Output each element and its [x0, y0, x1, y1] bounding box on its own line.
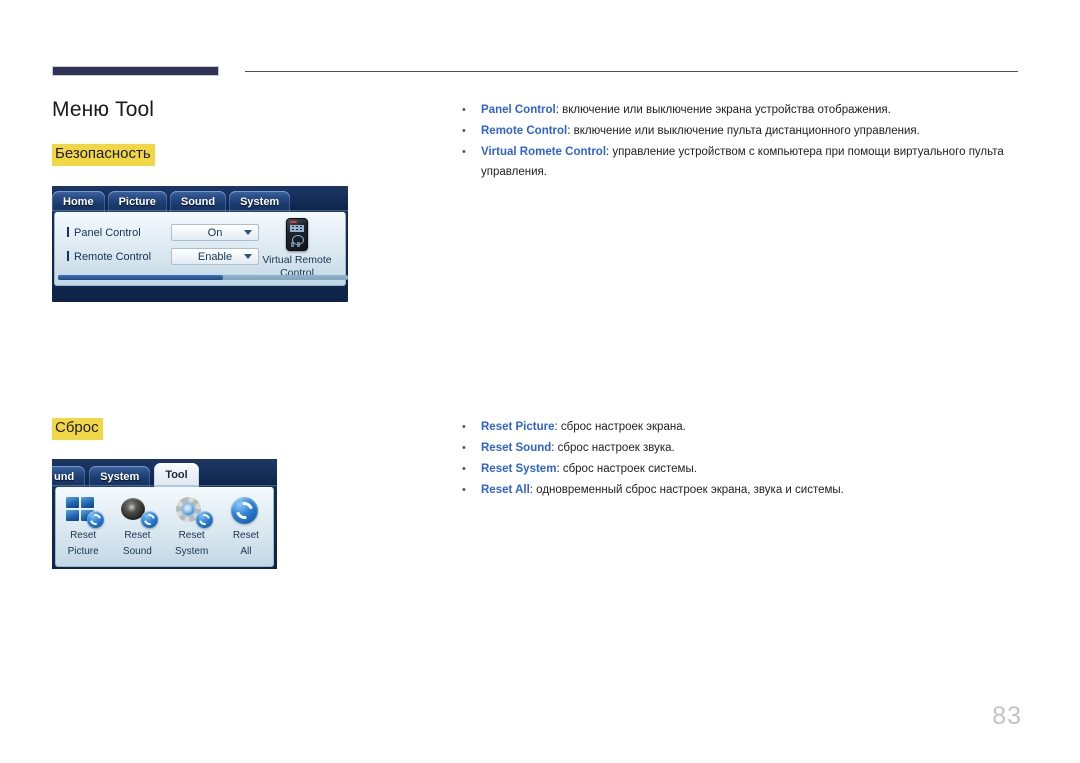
osd-tab-system[interactable]: System [229, 191, 291, 212]
osd-row-remote-control: Remote Control Enable [67, 248, 259, 265]
osd-tab-picture[interactable]: Picture [107, 191, 167, 212]
desc-reset-system: : сброс настроек системы. [556, 463, 697, 475]
osd-reset-tabbar: und System Tool [52, 459, 277, 487]
section-heading-reset: Сброс [52, 418, 103, 440]
osd-item-reset-sound-label-1: Reset [124, 530, 151, 541]
sound-reset-icon [118, 496, 159, 528]
osd-panel-control-dropdown[interactable]: On [171, 224, 259, 241]
list-item: Reset System: сброс настроек системы. [458, 459, 1018, 479]
osd-remote-control-dropdown[interactable]: Enable [171, 248, 259, 265]
term-panel-control: Panel Control [481, 104, 556, 116]
osd-tab-sound-partial[interactable]: und [52, 466, 86, 487]
desc-panel-control: : включение или выключение экрана устрой… [555, 104, 891, 116]
osd-item-reset-picture[interactable]: Reset Picture [57, 496, 109, 558]
desc-reset-sound: : сброс настроек звука. [551, 442, 675, 454]
osd-security-tabbar: Home Picture Sound System [52, 186, 348, 212]
term-virtual-remote-control: Virtual Romete Control [481, 146, 607, 158]
osd-item-reset-sound[interactable]: Reset Sound [111, 496, 163, 558]
term-reset-all: Reset All [481, 484, 530, 496]
refresh-badge-icon [195, 511, 213, 528]
osd-item-reset-sound-label-2: Sound [122, 546, 152, 557]
osd-item-reset-all-label-2: All [240, 546, 252, 557]
virtual-remote-control-item[interactable]: Virtual Remote Control [257, 218, 337, 280]
osd-reset-body: Reset Picture Reset Sound Reset System R… [55, 487, 274, 567]
remote-control-icon [286, 218, 308, 251]
chevron-down-icon [244, 230, 252, 235]
osd-tab-tool[interactable]: Tool [154, 463, 199, 487]
desc-reset-picture: : сброс настроек экрана. [554, 421, 686, 433]
osd-row-panel-control: Panel Control On [67, 224, 259, 241]
refresh-badge-icon [141, 511, 159, 528]
refresh-badge-icon [87, 511, 105, 528]
term-reset-system: Reset System [481, 463, 557, 475]
osd-tab-home[interactable]: Home [52, 191, 105, 212]
osd-security-figure: Home Picture Sound System Panel Control … [52, 186, 348, 302]
header-rule-line [245, 71, 1018, 72]
osd-item-reset-picture-label-1: Reset [70, 530, 97, 541]
osd-tab-system[interactable]: System [89, 466, 151, 487]
osd-reset-figure: und System Tool Reset Picture Reset Soun… [52, 459, 277, 569]
osd-scroll-indicator [58, 275, 348, 280]
list-item: Reset All: одновременный сброс настроек … [458, 480, 1018, 500]
osd-tab-sound[interactable]: Sound [169, 191, 227, 212]
list-item: Reset Picture: сброс настроек экрана. [458, 417, 1018, 437]
bullet-list-security: Panel Control: включение или выключение … [458, 100, 1018, 183]
osd-item-reset-picture-label-2: Picture [67, 546, 99, 557]
header-accent-bar [52, 66, 219, 76]
page-title: Меню Tool [52, 98, 155, 121]
osd-item-reset-system-label-2: System [174, 546, 209, 557]
osd-panel-control-value: On [207, 226, 223, 239]
bullet-list-reset: Reset Picture: сброс настроек экрана. Re… [458, 417, 1018, 501]
system-reset-icon [173, 496, 213, 528]
term-reset-sound: Reset Sound [481, 442, 552, 454]
list-item: Reset Sound: сброс настроек звука. [458, 438, 1018, 458]
desc-reset-all: : одновременный сброс настроек экрана, з… [529, 484, 844, 496]
chevron-down-icon [244, 254, 252, 259]
list-item: Virtual Romete Control: управление устро… [458, 142, 1018, 182]
term-remote-control: Remote Control [481, 125, 568, 137]
osd-row-panel-control-label: Panel Control [67, 227, 171, 239]
osd-security-body: Panel Control On Remote Control Enable V… [54, 212, 348, 286]
all-reset-icon [227, 496, 265, 526]
section-heading-security: Безопасность [52, 144, 155, 166]
term-reset-picture: Reset Picture [481, 421, 555, 433]
osd-row-remote-control-label: Remote Control [67, 251, 171, 263]
osd-remote-control-value: Enable [197, 250, 233, 263]
desc-remote-control: : включение или выключение пульта дистан… [567, 125, 920, 137]
virtual-remote-control-label-1: Virtual Remote [262, 254, 332, 266]
osd-item-reset-all-label-1: Reset [232, 530, 259, 541]
osd-item-reset-all[interactable]: Reset All [220, 496, 272, 558]
list-item: Panel Control: включение или выключение … [458, 100, 1018, 120]
osd-item-reset-system-label-1: Reset [178, 530, 205, 541]
picture-reset-icon [64, 496, 105, 528]
osd-item-reset-system[interactable]: Reset System [166, 496, 218, 558]
list-item: Remote Control: включение или выключение… [458, 121, 1018, 141]
page-number: 83 [992, 702, 1022, 730]
